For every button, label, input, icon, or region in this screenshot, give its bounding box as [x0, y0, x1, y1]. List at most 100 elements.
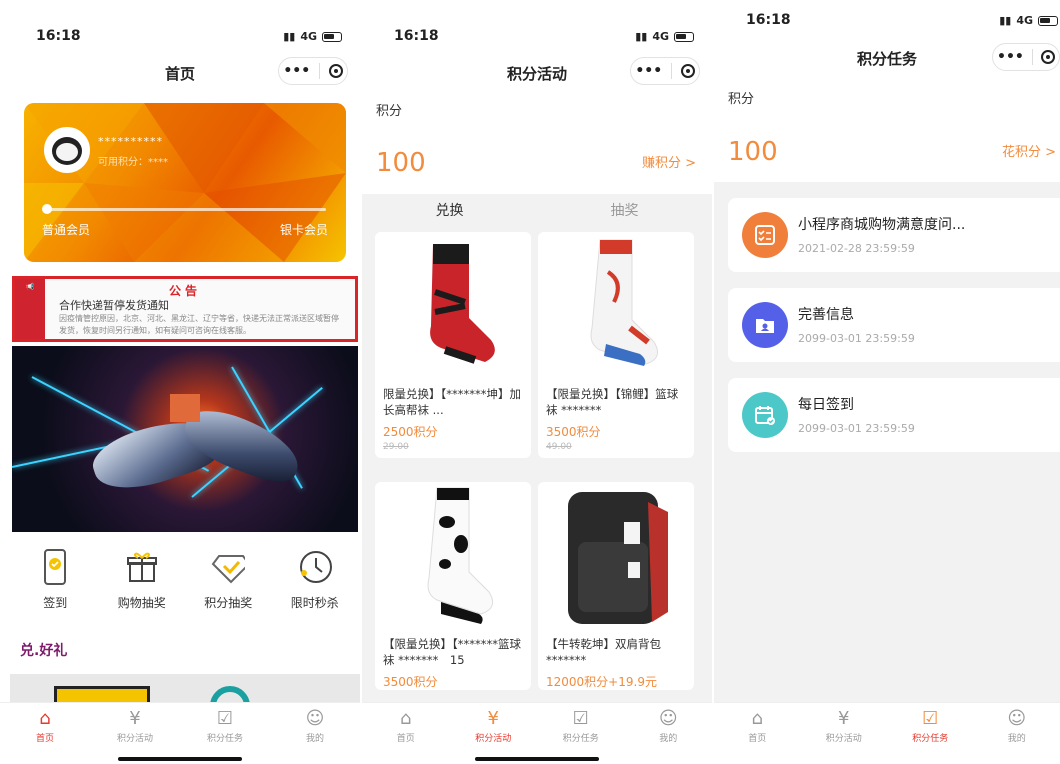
diamond-icon: [211, 548, 246, 586]
tab-exchange[interactable]: 兑换: [362, 194, 537, 228]
close-target-icon[interactable]: [328, 64, 343, 78]
tab-bar: ⌂ 首页 ¥ 积分活动 ☑ 积分任务 ☺ 我的: [714, 702, 1060, 764]
status-bar: 16:18 ▮▮ 4G: [0, 28, 360, 52]
points-value: 100: [728, 137, 778, 167]
home-screen: 16:18 ▮▮ 4G 首页 ••• ********** 可用积分：**** …: [0, 0, 360, 764]
member-card[interactable]: ********** 可用积分：**** 普通会员 银卡会员: [24, 103, 346, 262]
gift-teaser-banner[interactable]: [10, 674, 360, 704]
mini-program-capsule[interactable]: •••: [630, 57, 700, 85]
profile-folder-icon: [742, 302, 788, 348]
tab-home[interactable]: ⌂ 首页: [362, 703, 450, 764]
product-name: 【牛转乾坤】双肩背包 *******: [546, 637, 661, 667]
home-indicator: [475, 757, 599, 761]
tab-points-task[interactable]: ☑ 积分任务: [537, 703, 625, 764]
smile-icon: ☺: [1007, 708, 1027, 729]
clipboard-check-icon: ☑: [572, 708, 589, 729]
quick-entry-label: 购物抽奖: [117, 596, 166, 610]
mini-program-capsule[interactable]: •••: [278, 57, 348, 85]
tab-lottery[interactable]: 抽奖: [537, 194, 712, 228]
battery-icon: [674, 31, 694, 42]
task-deadline: 2021-02-28 23:59:59: [798, 242, 915, 255]
mini-program-capsule[interactable]: •••: [992, 43, 1060, 71]
clipboard-check-icon: ☑: [216, 708, 234, 729]
product-card[interactable]: 【限量兑换】【锦鲤】篮球袜 ******* 3500积分 49.00: [538, 232, 694, 458]
tab-label: 积分活动: [116, 734, 153, 744]
level-progress: [44, 208, 326, 211]
tab-bar: ⌂ 首页 ¥ 积分活动 ☑ 积分任务 ☺ 我的: [0, 702, 360, 764]
tab-label: 我的: [659, 734, 678, 744]
tab-label: 积分活动: [475, 734, 512, 744]
spend-points-link[interactable]: 花积分 >: [1002, 141, 1056, 160]
avatar[interactable]: [44, 127, 90, 173]
quick-entries: 签到 购物抽奖 积分抽奖 限时秒杀: [12, 548, 358, 618]
survey-icon: [742, 212, 788, 258]
network-label: 4G: [652, 30, 669, 43]
smile-icon: ☺: [658, 708, 678, 729]
notice-banner[interactable]: 📢 公告 合作快递暂停发货通知 因疫情管控原因，北京、河北、黑龙江、辽宁等省，快…: [12, 276, 358, 342]
home-icon: ⌂: [751, 708, 763, 729]
more-icon[interactable]: •••: [283, 63, 310, 79]
promo-banner[interactable]: [12, 346, 358, 532]
product-price: 3500积分: [383, 675, 438, 689]
quick-entry-checkin[interactable]: 签到: [12, 548, 99, 618]
clock-icon: [298, 548, 332, 586]
task-item[interactable]: 每日签到 2099-03-01 23:59:59: [728, 378, 1060, 452]
smile-icon: ☺: [305, 708, 325, 729]
status-time: 16:18: [36, 28, 81, 44]
task-name: 完善信息: [798, 307, 854, 323]
tab-label: 积分活动: [825, 734, 862, 744]
quick-entry-shopping-lottery[interactable]: 购物抽奖: [99, 548, 186, 618]
tab-mine[interactable]: ☺ 我的: [625, 703, 713, 764]
more-icon[interactable]: •••: [997, 49, 1024, 65]
tab-label: 我的: [305, 734, 324, 744]
product-image: [375, 232, 531, 384]
network-label: 4G: [1016, 14, 1033, 27]
product-image: [538, 232, 694, 384]
tab-points-task[interactable]: ☑ 积分任务: [180, 703, 270, 764]
notice-body: 因疫情管控原因，北京、河北、黑龙江、辽宁等省，快递无法正常派送区域暂停发货，恢复…: [59, 314, 339, 335]
tab-mine[interactable]: ☺ 我的: [974, 703, 1060, 764]
product-name: 【限量兑换】【*******篮球袜 ******* 15: [383, 637, 521, 667]
status-time: 16:18: [746, 12, 791, 28]
close-target-icon[interactable]: [680, 64, 695, 78]
tab-mine[interactable]: ☺ 我的: [270, 703, 360, 764]
tab-label: 积分任务: [562, 734, 599, 744]
task-name: 每日签到: [798, 397, 854, 413]
more-icon[interactable]: •••: [635, 63, 662, 79]
section-title: 兑.好礼: [20, 643, 68, 659]
task-item[interactable]: 小程序商城购物满意度问... 2021-02-28 23:59:59: [728, 198, 1060, 272]
username: **********: [98, 135, 163, 148]
available-points: 可用积分：****: [98, 157, 168, 168]
home-icon: ⌂: [39, 708, 51, 729]
task-item[interactable]: 完善信息 2099-03-01 23:59:59: [728, 288, 1060, 362]
tab-points-activity[interactable]: ¥ 积分活动: [90, 703, 180, 764]
status-time: 16:18: [394, 28, 439, 44]
product-card[interactable]: 【牛转乾坤】双肩背包 ******* 12000积分+19.9元: [538, 482, 694, 690]
close-target-icon[interactable]: [1040, 50, 1055, 64]
points-value: 100: [376, 148, 426, 178]
product-name: 【限量兑换】【锦鲤】篮球袜 *******: [546, 387, 679, 417]
calendar-check-icon: [742, 392, 788, 438]
product-price: 2500积分: [383, 425, 438, 439]
quick-entry-flash-sale[interactable]: 限时秒杀: [272, 548, 359, 618]
product-card[interactable]: 限量兑换】【*******坤】加长高帮袜 ... 2500积分 29.00: [375, 232, 531, 458]
earn-points-link[interactable]: 赚积分 >: [642, 152, 696, 171]
phone-check-icon: [38, 548, 72, 586]
tab-label: 首页: [35, 734, 54, 744]
network-label: 4G: [300, 30, 317, 43]
tab-home[interactable]: ⌂ 首页: [0, 703, 90, 764]
yen-card-icon: ¥: [838, 708, 850, 729]
product-image: [538, 482, 694, 634]
tab-points-activity[interactable]: ¥ 积分活动: [801, 703, 888, 764]
product-card[interactable]: 【限量兑换】【*******篮球袜 ******* 15 3500积分: [375, 482, 531, 690]
quick-entry-points-lottery[interactable]: 积分抽奖: [185, 548, 272, 618]
quick-entry-label: 签到: [43, 596, 68, 610]
tab-points-activity[interactable]: ¥ 积分活动: [450, 703, 538, 764]
clipboard-check-icon: ☑: [922, 708, 939, 729]
home-indicator: [118, 757, 242, 761]
tab-points-task[interactable]: ☑ 积分任务: [887, 703, 974, 764]
tab-home[interactable]: ⌂ 首页: [714, 703, 801, 764]
product-price: 12000积分+19.9元: [546, 675, 657, 689]
tab-label: 积分任务: [206, 734, 243, 744]
yen-card-icon: ¥: [129, 708, 141, 729]
